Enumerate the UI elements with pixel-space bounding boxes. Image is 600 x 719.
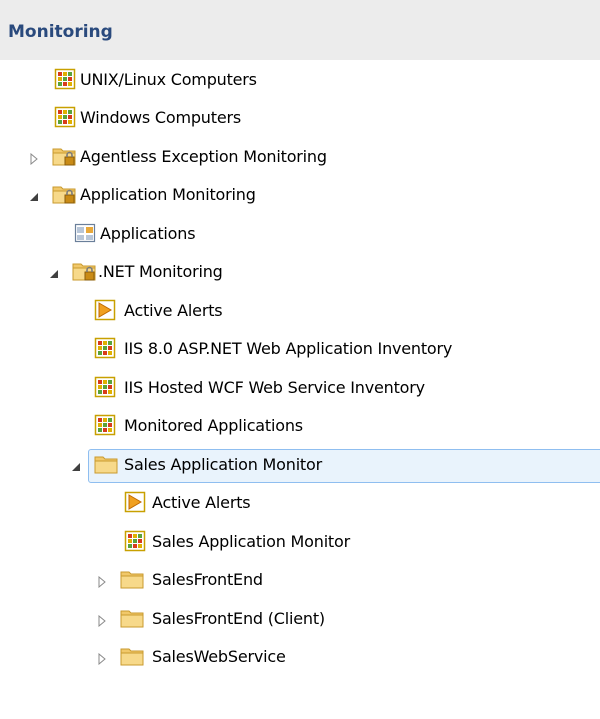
tree-item-application-monitoring[interactable]: Application Monitoring [0, 175, 600, 213]
tree-item-active-alerts[interactable]: Active Alerts [0, 483, 600, 521]
tree-item-label: UNIX/Linux Computers [80, 70, 257, 89]
tree-item-sales-application-monitor-view[interactable]: Sales Application Monitor [0, 522, 600, 560]
folder-icon [94, 453, 118, 475]
alert-view-icon [94, 299, 116, 321]
state-view-icon [124, 530, 146, 552]
tree-item-label: Sales Application Monitor [152, 532, 350, 551]
chevron-right-icon[interactable] [96, 573, 108, 589]
chevron-down-icon[interactable] [48, 265, 60, 278]
alert-view-icon [124, 491, 146, 513]
chevron-right-icon[interactable] [96, 612, 108, 628]
tree-item-label: Windows Computers [80, 108, 241, 127]
tree-item-applications[interactable]: Applications [0, 214, 600, 252]
tree-item-label: Active Alerts [124, 301, 223, 320]
folder-icon [120, 568, 144, 590]
tree-item-label: Applications [100, 224, 196, 243]
tree-item-label: SalesFrontEnd (Client) [152, 609, 325, 628]
tree-item-label: Agentless Exception Monitoring [80, 147, 327, 166]
tree-item-label: Application Monitoring [80, 185, 256, 204]
tree-item-label: .NET Monitoring [98, 262, 223, 281]
tree-item-iis-wcf-inventory[interactable]: IIS Hosted WCF Web Service Inventory [0, 368, 600, 406]
tree-item-iis-asp-net-inventory[interactable]: IIS 8.0 ASP.NET Web Application Inventor… [0, 329, 600, 367]
chevron-down-icon[interactable] [70, 458, 82, 471]
tree-item-label: SalesFrontEnd [152, 570, 263, 589]
monitoring-header: Monitoring [0, 0, 600, 60]
locked-folder-icon [52, 183, 76, 205]
tree-item-windows-computers[interactable]: Windows Computers [0, 98, 600, 136]
tree-item-agentless-exception-monitoring[interactable]: Agentless Exception Monitoring [0, 137, 600, 175]
tree-item-net-monitoring[interactable]: .NET Monitoring [0, 252, 600, 290]
tree-item-sales-application-monitor-folder[interactable]: Sales Application Monitor [0, 445, 600, 483]
state-view-icon [94, 414, 116, 436]
page-title: Monitoring [8, 22, 113, 42]
tree-item-label: IIS 8.0 ASP.NET Web Application Inventor… [124, 339, 453, 358]
tree-item-salesfrontend-client[interactable]: SalesFrontEnd (Client) [0, 599, 600, 637]
chevron-right-icon[interactable] [28, 150, 40, 166]
state-view-icon [94, 376, 116, 398]
dashboard-view-icon [74, 222, 96, 244]
state-view-icon [54, 68, 76, 90]
monitoring-tree: UNIX/Linux Computers Windows Computers A… [0, 60, 600, 719]
tree-item-unix-linux-computers[interactable]: UNIX/Linux Computers [0, 60, 600, 98]
tree-item-label: Sales Application Monitor [124, 455, 322, 474]
chevron-down-icon[interactable] [28, 188, 40, 201]
locked-folder-icon [72, 260, 96, 282]
tree-item-active-alerts[interactable]: Active Alerts [0, 291, 600, 329]
tree-item-monitored-applications[interactable]: Monitored Applications [0, 406, 600, 444]
state-view-icon [54, 106, 76, 128]
folder-icon [120, 607, 144, 629]
chevron-right-icon[interactable] [96, 650, 108, 666]
tree-item-label: SalesWebService [152, 647, 286, 666]
folder-icon [120, 645, 144, 667]
state-view-icon [94, 337, 116, 359]
tree-item-saleswebservice[interactable]: SalesWebService [0, 637, 600, 675]
tree-item-label: IIS Hosted WCF Web Service Inventory [124, 378, 425, 397]
tree-item-label: Active Alerts [152, 493, 251, 512]
tree-item-label: Monitored Applications [124, 416, 303, 435]
locked-folder-icon [52, 145, 76, 167]
tree-item-salesfrontend[interactable]: SalesFrontEnd [0, 560, 600, 598]
